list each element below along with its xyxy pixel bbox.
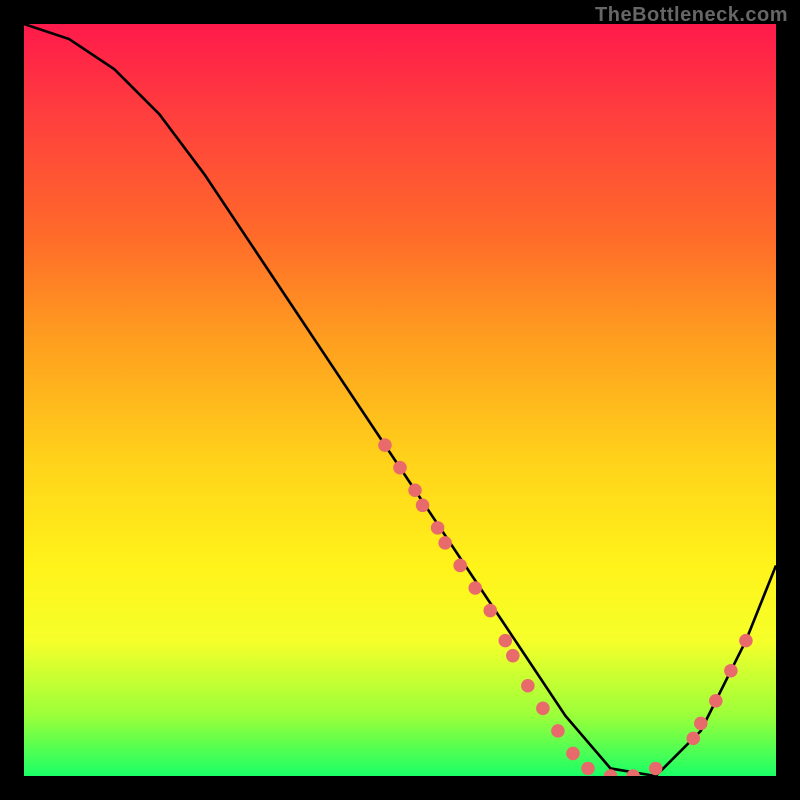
data-marker <box>393 461 407 475</box>
data-marker <box>506 649 520 663</box>
data-marker <box>687 732 701 746</box>
data-marker <box>536 702 550 716</box>
data-marker <box>453 559 467 573</box>
curve-layer <box>24 24 776 776</box>
data-marker <box>416 499 430 513</box>
watermark-text: TheBottleneck.com <box>595 4 788 27</box>
data-marker <box>483 604 497 618</box>
curve-svg <box>24 24 776 776</box>
data-marker <box>581 762 595 776</box>
markers-layer <box>378 438 752 776</box>
data-marker <box>694 717 708 731</box>
plot-area <box>24 24 776 776</box>
data-marker <box>649 762 663 776</box>
data-marker <box>408 483 422 497</box>
data-marker <box>438 536 452 550</box>
bottleneck-curve <box>24 24 776 776</box>
data-marker <box>724 664 738 678</box>
data-marker <box>431 521 445 535</box>
data-marker <box>468 581 482 595</box>
data-marker <box>739 634 753 648</box>
data-marker <box>551 724 565 738</box>
data-marker <box>378 438 392 452</box>
data-marker <box>566 747 580 761</box>
data-marker <box>709 694 723 708</box>
data-marker <box>499 634 513 648</box>
chart-frame: TheBottleneck.com <box>0 0 800 800</box>
data-marker <box>521 679 535 693</box>
